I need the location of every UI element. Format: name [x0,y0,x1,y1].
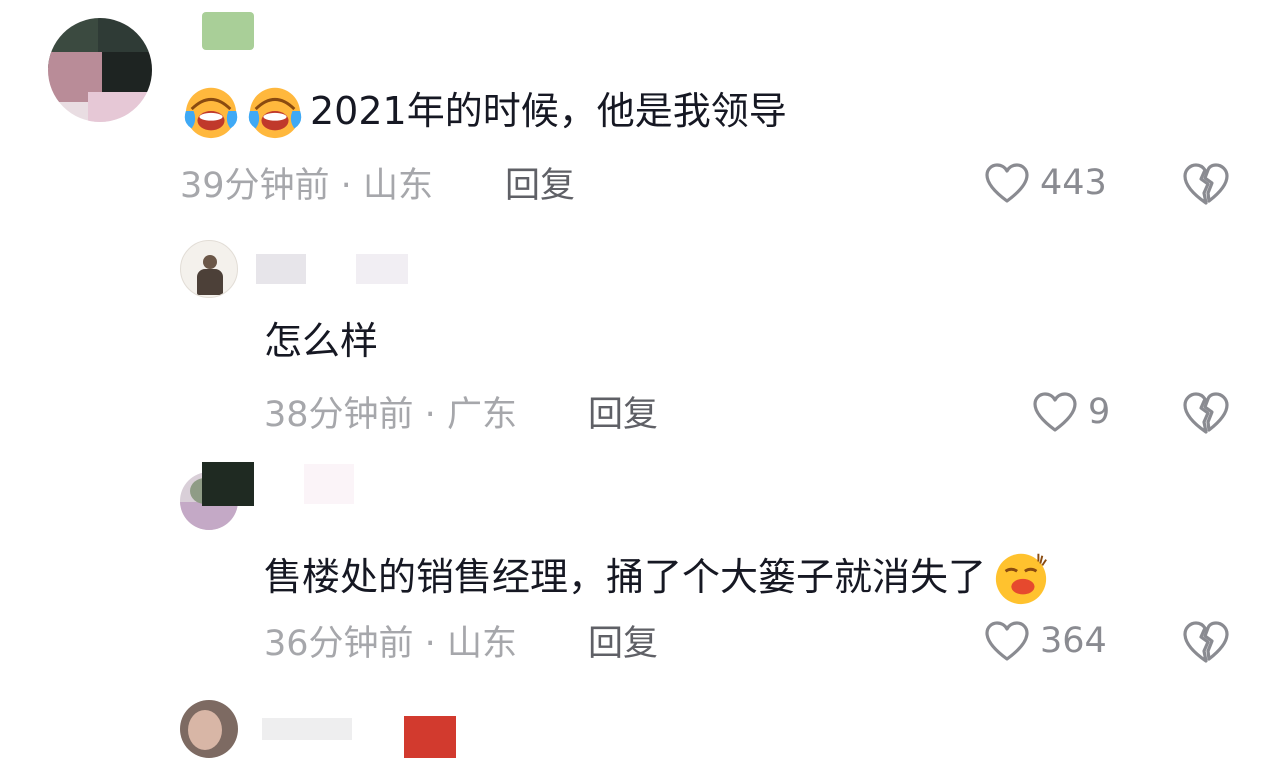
comment-body: 怎么样 [264,319,379,363]
reply-button[interactable]: 回复 [505,164,575,208]
heart-icon [985,163,1029,203]
comment-location: 山东 [362,166,433,206]
comment-body: 售楼处的销售经理，捅了个大篓子就消失了 [264,555,987,599]
meta-separator: · [413,395,447,435]
broken-heart-icon [1183,392,1229,434]
comment-text: 售楼处的销售经理，捅了个大篓子就消失了 [264,548,1050,606]
username-redacted [262,718,352,740]
comment-text: 怎么样 [264,318,378,364]
username-redacted [256,254,306,284]
comment-body: 2021年的时候，他是我领导 [310,89,787,133]
like-count: 364 [1040,621,1107,661]
like-count: 9 [1088,392,1111,432]
reply-button[interactable]: 回复 [588,622,658,666]
like-button[interactable]: 364 [984,620,1107,662]
crying-laughing-emoji [248,87,302,139]
comment-time: 36分钟前 [264,624,414,664]
username-redacted [404,716,456,758]
crying-laughing-emoji [184,87,238,139]
username-redacted [304,464,354,504]
comment-meta: 36分钟前 · 山东 [264,622,517,666]
avatar[interactable] [180,240,238,298]
like-button[interactable]: 9 [1032,391,1110,433]
like-button[interactable]: 443 [984,162,1107,204]
comment-meta: 39分钟前 · 山东 [180,164,433,208]
heart-icon [1033,392,1077,432]
dislike-button[interactable] [1182,620,1230,668]
username-redacted [356,254,408,284]
comment-text: 2021年的时候，他是我领导 [182,82,787,140]
heart-icon [985,621,1029,661]
avatar[interactable] [180,700,238,758]
username-redacted [202,12,254,50]
reply-button[interactable]: 回复 [588,393,658,437]
blushing-kiss-emoji [995,553,1047,605]
avatar[interactable] [48,18,152,122]
like-count: 443 [1040,163,1107,203]
broken-heart-icon [1183,621,1229,663]
dislike-button[interactable] [1182,162,1230,210]
dislike-button[interactable] [1182,391,1230,439]
comment-location: 广东 [446,395,517,435]
comment-time: 38分钟前 [264,395,414,435]
broken-heart-icon [1183,163,1229,205]
comment-time: 39分钟前 [180,166,330,206]
meta-separator: · [329,166,363,206]
comment-meta: 38分钟前 · 广东 [264,393,517,437]
comment-location: 山东 [446,624,517,664]
meta-separator: · [413,624,447,664]
username-redacted [202,462,254,506]
